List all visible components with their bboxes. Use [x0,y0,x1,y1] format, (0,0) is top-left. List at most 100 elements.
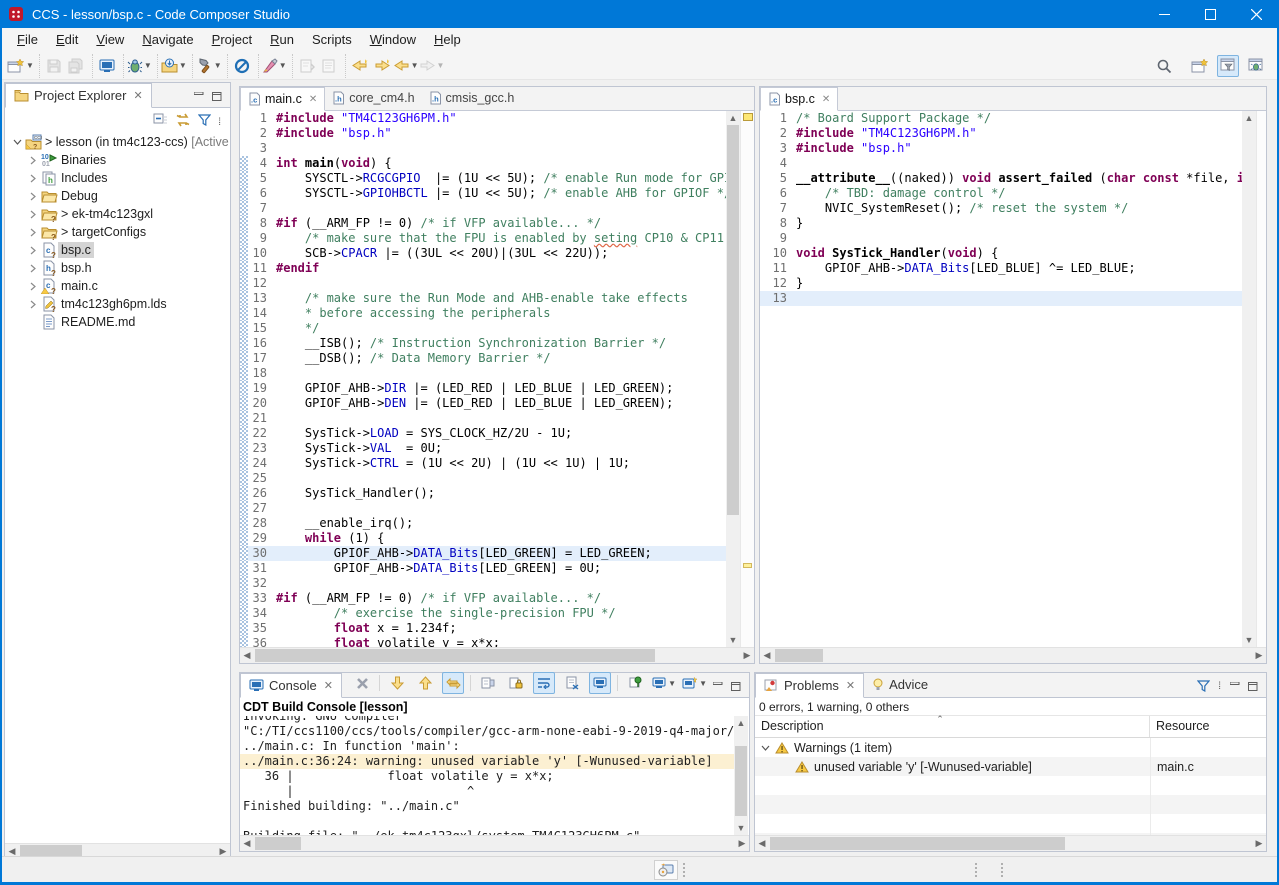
prev-console-icon[interactable] [414,672,436,694]
console-vscrollbar[interactable]: ▲▼ [734,716,748,835]
editor-hscrollbar[interactable]: ◀▶ [760,647,1266,663]
chevron-right-icon[interactable] [25,192,41,201]
code-line[interactable]: 4 [760,156,1242,171]
ccs-edit-perspective-icon[interactable] [1217,55,1239,77]
code-line[interactable]: 34 /* exercise the single-precision FPU … [240,606,726,621]
chevron-right-icon[interactable] [25,264,41,273]
code-line[interactable]: 1/* Board Support Package */ [760,111,1242,126]
code-line[interactable]: 8#if (__ARM_FP != 0) /* if VFP available… [240,216,726,231]
code-line[interactable]: 10void SysTick_Handler(void) { [760,246,1242,261]
code-line[interactable]: 25 [240,471,726,486]
tree-item-bsp-c[interactable]: c?bsp.c [5,241,230,259]
menu-help[interactable]: Help [425,29,470,50]
editor-vscrollbar[interactable]: ▲▼ [726,111,740,647]
close-icon[interactable]: ✕ [822,94,830,105]
terminal-icon[interactable] [96,55,118,77]
column-description[interactable]: ⌃Description [755,716,1150,737]
next-console-icon[interactable] [386,672,408,694]
code-line[interactable]: 29 while (1) { [240,531,726,546]
code-line[interactable]: 9 [760,231,1242,246]
chevron-right-icon[interactable] [25,228,41,237]
table-row[interactable]: Warnings (1 item) [755,738,1266,757]
back-annot-icon[interactable] [349,55,371,77]
warning-marker[interactable] [743,563,752,568]
code-line[interactable]: 7 NVIC_SystemReset(); /* reset the syste… [760,201,1242,216]
chevron-right-icon[interactable] [25,156,41,165]
code-line[interactable]: 9 /* make sure that the FPU is enabled b… [240,231,726,246]
code-line[interactable]: 5 SYSCTL->RCGCGPIO |= (1U << 5U); /* ena… [240,171,726,186]
close-button[interactable] [1233,0,1279,28]
quick-search-icon[interactable] [1153,55,1175,77]
clear-console-icon[interactable] [561,672,583,694]
menu-scripts[interactable]: Scripts [303,29,361,50]
code-line[interactable]: 12} [760,276,1242,291]
code-line[interactable]: 13 /* make sure the Run Mode and AHB-ena… [240,291,726,306]
table-row[interactable]: unused variable 'y' [-Wunused-variable]m… [755,757,1266,776]
code-line[interactable]: 14 * before accessing the peripherals [240,306,726,321]
code-area-main-c[interactable]: 1#include "TM4C123GH6PM.h"2#include "bsp… [240,111,726,647]
tree-item-ek-tm4c123gxl[interactable]: ?> ek-tm4c123gxl [5,205,230,223]
minimize-view-icon[interactable] [1230,682,1240,691]
back-icon[interactable]: ▼ [393,55,419,77]
terminate-icon[interactable] [351,672,373,694]
launch-icon[interactable]: ▼ [262,55,287,77]
chevron-right-icon[interactable] [25,300,41,309]
tab-console[interactable]: Console ✕ [240,673,342,698]
fwd-annot-icon[interactable] [371,55,393,77]
overview-ruler[interactable] [740,111,754,647]
code-line[interactable]: 17 __DSB(); /* Data Memory Barrier */ [240,351,726,366]
chevron-right-icon[interactable] [25,282,41,291]
close-icon[interactable]: ✕ [133,89,142,102]
pin-icon[interactable] [624,672,646,694]
ccs-debug-perspective-icon[interactable] [1245,55,1267,77]
close-icon[interactable]: ✕ [846,679,855,692]
menu-navigate[interactable]: Navigate [133,29,202,50]
editor-tab-bsp-c[interactable]: .cbsp.c✕ [760,87,838,111]
column-resource[interactable]: Resource [1150,716,1216,737]
code-line[interactable]: 8} [760,216,1242,231]
code-line[interactable]: 31 GPIOF_AHB->DATA_Bits[LED_GREEN] = 0U; [240,561,726,576]
open-perspective-icon[interactable] [1189,55,1211,77]
code-line[interactable]: 23 SysTick->VAL = 0U; [240,441,726,456]
code-line[interactable]: 6 SYSCTL->GPIOHBCTL |= (1U << 5U); /* en… [240,186,726,201]
code-line[interactable]: 10 SCB->CPACR |= ((3UL << 20U)|(3UL << 2… [240,246,726,261]
scope-icon[interactable] [231,55,253,77]
code-line[interactable]: 16 __ISB(); /* Instruction Synchronizati… [240,336,726,351]
filter-icon[interactable] [198,114,211,126]
close-icon[interactable]: ✕ [324,679,333,692]
code-line[interactable]: 4int main(void) { [240,156,726,171]
tab-problems[interactable]: Problems ✕ [755,673,864,698]
code-line[interactable]: 11 GPIOF_AHB->DATA_Bits[LED_BLUE] ^= LED… [760,261,1242,276]
close-icon[interactable]: ✕ [309,94,317,105]
link-editor-icon[interactable] [175,113,191,127]
menu-project[interactable]: Project [203,29,261,50]
build-status-icon[interactable] [654,860,678,880]
menu-window[interactable]: Window [361,29,425,50]
editor-tab-cmsis_gcc-h[interactable]: .hcmsis_gcc.h [422,86,522,110]
problems-hscrollbar[interactable]: ◀▶ [755,835,1266,851]
code-line[interactable]: 35 float x = 1.234f; [240,621,726,636]
statusbar-grip[interactable] [682,862,686,878]
code-line[interactable]: 24 SysTick->CTRL = (1U << 2U) | (1U << 1… [240,456,726,471]
code-line[interactable]: 26 SysTick_Handler(); [240,486,726,501]
tree-item-targetconfigs[interactable]: ?> targetConfigs [5,223,230,241]
tree-item-includes[interactable]: hIncludes [5,169,230,187]
code-line[interactable]: 18 [240,366,726,381]
minimize-view-icon[interactable] [713,682,723,691]
flash-icon[interactable]: ▼ [161,55,187,77]
code-line[interactable]: 28 __enable_irq(); [240,516,726,531]
chevron-right-icon[interactable] [25,210,41,219]
code-line[interactable]: 30 GPIOF_AHB->DATA_Bits[LED_GREEN] = LED… [240,546,726,561]
view-menu-icon[interactable]: ⁞ [218,113,222,128]
console-output[interactable]: Invoking: GNU Compiler"C:/TI/ccs1100/ccs… [240,716,734,835]
code-line[interactable]: 32 [240,576,726,591]
chevron-down-icon[interactable] [9,138,25,146]
code-line[interactable]: 33#if (__ARM_FP != 0) /* if VFP availabl… [240,591,726,606]
minimize-button[interactable] [1141,0,1187,28]
tree-item-tm4c123gh6pm-lds[interactable]: ?tm4c123gh6pm.lds [5,295,230,313]
code-line[interactable]: 2#include "TM4C123GH6PM.h" [760,126,1242,141]
filter-icon[interactable] [1197,680,1210,692]
tree-item-debug[interactable]: Debug [5,187,230,205]
statusbar-grip[interactable] [974,862,978,878]
editor-vscrollbar[interactable]: ▲▼ [1242,111,1256,647]
